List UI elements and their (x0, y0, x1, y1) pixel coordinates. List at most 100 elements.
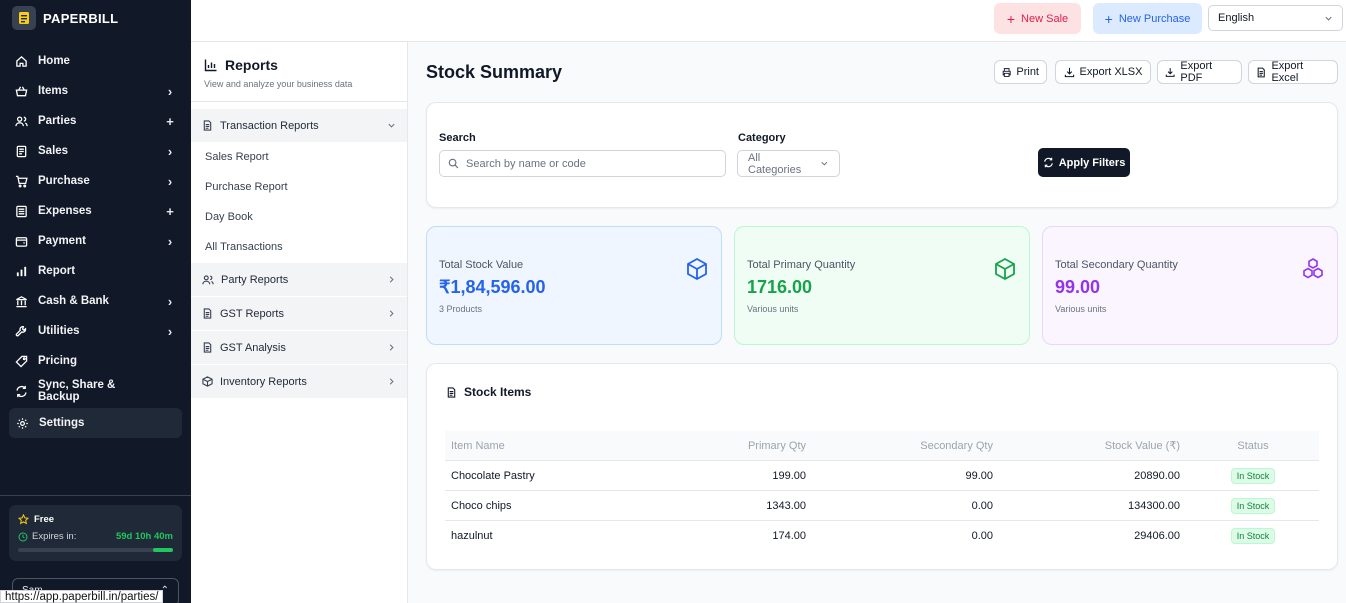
expires-label: Expires in: (32, 531, 77, 542)
section-label: Party Reports (221, 273, 289, 286)
sidebar-item-purchase[interactable]: Purchase › (0, 166, 191, 196)
sidebar-item-pricing[interactable]: Pricing (0, 346, 191, 376)
search-input[interactable]: Search by name or code (439, 150, 726, 177)
chevron-right-icon[interactable]: › (164, 174, 176, 189)
sidebar-nav: Home Items › Parties + Sales › Purchase … (0, 46, 191, 438)
spreadsheet-icon (1257, 67, 1265, 77)
sidebar-item-payment[interactable]: Payment › (0, 226, 191, 256)
sidebar-item-utilities[interactable]: Utilities › (0, 316, 191, 346)
document-icon (203, 308, 212, 319)
category-select[interactable]: All Categories (737, 150, 840, 177)
sidebar-item-label: Cash & Bank (38, 295, 109, 307)
stat-value: 1716.00 (747, 277, 813, 297)
export-xlsx-label: Export XLSX (1079, 66, 1143, 78)
document-icon (203, 120, 212, 131)
language-value: English (1218, 12, 1255, 24)
table-row[interactable]: Chocolate Pastry 199.00 99.00 20890.00 I… (445, 461, 1319, 491)
section-inventory-reports[interactable]: Inventory Reports (191, 365, 407, 398)
plus-icon: + (1006, 10, 1016, 27)
cart-icon (15, 175, 28, 187)
chevron-down-icon (1325, 16, 1332, 21)
column-header-stock-value[interactable]: Stock Value (₹) (1105, 431, 1180, 461)
print-button[interactable]: Print (994, 60, 1047, 84)
section-party-reports[interactable]: Party Reports (191, 263, 407, 296)
column-header-secondary-qty[interactable]: Secondary Qty (920, 431, 993, 461)
table-row[interactable]: Choco chips 1343.00 0.00 134300.00 In St… (445, 491, 1319, 521)
plan-card[interactable]: Free Expires in: 59d 10h 40m (9, 505, 182, 561)
sidebar-item-label: Expenses (38, 205, 92, 217)
chevron-right-icon[interactable]: › (164, 324, 176, 339)
search-placeholder: Search by name or code (466, 157, 586, 170)
stock-value: 29406.00 (1134, 530, 1180, 542)
column-header-item-name[interactable]: Item Name (451, 431, 505, 461)
export-xlsx-button[interactable]: Export XLSX (1055, 60, 1151, 84)
status-badge: In Stock (1230, 468, 1276, 485)
export-pdf-button[interactable]: Export PDF (1157, 60, 1242, 84)
export-excel-button[interactable]: Export Excel (1248, 60, 1338, 84)
users-icon (15, 115, 28, 126)
sidebar-item-settings[interactable]: Settings (9, 408, 182, 438)
plus-icon[interactable]: + (164, 114, 176, 129)
sidebar-item-label: Items (38, 85, 69, 97)
app-logo[interactable]: PAPERBILL (12, 6, 118, 30)
chevron-right-icon[interactable]: › (164, 144, 176, 159)
secondary-qty: 0.00 (971, 500, 993, 512)
clock-icon (18, 531, 28, 542)
sidebar-item-report[interactable]: Report (0, 256, 191, 286)
sidebar-item-parties[interactable]: Parties + (0, 106, 191, 136)
item-name: Choco chips (451, 500, 512, 512)
column-header-status[interactable]: Status (1229, 431, 1277, 461)
gear-icon (17, 417, 28, 429)
document-icon (203, 342, 212, 353)
day-book-link[interactable]: Day Book (205, 211, 253, 223)
sidebar-item-expenses[interactable]: Expenses + (0, 196, 191, 226)
stat-card-stock-value: Total Stock Value ₹1,84,596.00 3 Product… (426, 226, 722, 345)
stat-label: Total Secondary Quantity (1055, 259, 1178, 271)
sidebar-item-cash-bank[interactable]: Cash & Bank › (0, 286, 191, 316)
apply-filters-label: Apply Filters (1058, 156, 1126, 169)
search-label: Search (439, 132, 476, 144)
section-label: GST Analysis (220, 341, 286, 354)
chevron-right-icon[interactable]: › (164, 234, 176, 249)
new-sale-button[interactable]: + New Sale (994, 3, 1081, 34)
cube-icon (995, 257, 1015, 281)
chevron-right-icon (389, 378, 394, 385)
sidebar-item-sync[interactable]: Sync, Share & Backup (0, 376, 191, 406)
stock-value: 134300.00 (1128, 500, 1180, 512)
sidebar-item-sales[interactable]: Sales › (0, 136, 191, 166)
column-header-primary-qty[interactable]: Primary Qty (748, 431, 806, 461)
sidebar-item-items[interactable]: Items › (0, 76, 191, 106)
status-cell: In Stock (1229, 491, 1277, 521)
reports-subtitle: View and analyze your business data (204, 79, 353, 89)
box-icon (202, 376, 213, 387)
sidebar: PAPERBILL Home Items › Parties + Sales ›… (0, 0, 191, 603)
sales-report-link[interactable]: Sales Report (205, 151, 269, 163)
download-icon (1165, 67, 1175, 77)
purchase-report-link[interactable]: Purchase Report (205, 181, 288, 193)
stock-items-title-text: Stock Items (464, 385, 532, 399)
plus-icon[interactable]: + (164, 204, 176, 219)
section-transaction-reports[interactable]: Transaction Reports (191, 109, 407, 142)
chevron-right-icon[interactable]: › (164, 84, 176, 99)
category-label: Category (738, 132, 786, 144)
stock-items-title: Stock Items (446, 385, 531, 399)
chevron-down-icon (388, 123, 395, 128)
refresh-icon (1043, 157, 1053, 168)
all-transactions-link[interactable]: All Transactions (205, 241, 283, 253)
language-select[interactable]: English (1208, 5, 1343, 31)
sidebar-item-home[interactable]: Home (0, 46, 191, 76)
stat-value: ₹1,84,596.00 (439, 277, 546, 297)
apply-filters-button[interactable]: Apply Filters (1038, 148, 1130, 177)
plan-progress-fill (152, 548, 173, 552)
tag-icon (15, 355, 28, 368)
section-gst-analysis[interactable]: GST Analysis (191, 331, 407, 364)
export-pdf-label: Export PDF (1180, 60, 1213, 84)
sidebar-item-label: Purchase (38, 175, 90, 187)
section-gst-reports[interactable]: GST Reports (191, 297, 407, 330)
print-label: Print (1016, 66, 1039, 78)
table-row[interactable]: hazulnut 174.00 0.00 29406.00 In Stock (445, 521, 1319, 551)
chevron-right-icon[interactable]: › (164, 294, 176, 309)
stat-card-primary-qty: Total Primary Quantity 1716.00 Various u… (734, 226, 1030, 345)
new-purchase-button[interactable]: + New Purchase (1093, 3, 1202, 34)
plan-name: Free (34, 514, 55, 525)
